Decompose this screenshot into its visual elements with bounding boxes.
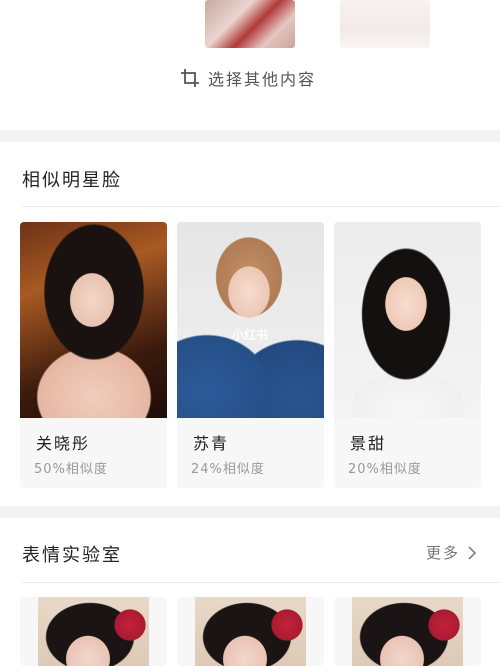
expression-photo bbox=[352, 597, 463, 666]
expression-card[interactable] bbox=[20, 597, 167, 666]
celebrity-card[interactable]: 景甜 20%相似度 bbox=[334, 222, 481, 488]
more-button[interactable]: 更多 bbox=[426, 542, 478, 563]
expression-lab-title: 表情实验室 bbox=[22, 545, 122, 566]
section-rule bbox=[22, 582, 500, 583]
section-rule bbox=[22, 206, 500, 207]
select-other-content-button[interactable]: 选择其他内容 bbox=[180, 66, 316, 90]
celebrity-name: 景甜 bbox=[350, 434, 387, 453]
celebrity-photo bbox=[20, 222, 167, 418]
select-other-label: 选择其他内容 bbox=[208, 70, 317, 89]
celebrity-card[interactable]: 关晓彤 50%相似度 bbox=[20, 222, 167, 488]
expression-photo bbox=[38, 597, 149, 666]
similarity-score: 20%相似度 bbox=[348, 462, 422, 477]
celebrity-photo bbox=[334, 222, 481, 418]
section-divider bbox=[0, 130, 500, 142]
similarity-score: 50%相似度 bbox=[34, 462, 108, 477]
selected-image-thumbnail[interactable] bbox=[205, 0, 295, 48]
celebrity-name: 苏青 bbox=[193, 434, 230, 453]
celebrity-card[interactable]: 苏青 24%相似度 bbox=[177, 222, 324, 488]
chevron-right-icon bbox=[466, 545, 478, 561]
expression-photo bbox=[195, 597, 306, 666]
watermark: 小红书 bbox=[232, 328, 269, 342]
alternate-image-thumbnail[interactable] bbox=[340, 0, 430, 48]
celebrity-name: 关晓彤 bbox=[36, 434, 91, 453]
expression-card[interactable] bbox=[334, 597, 481, 666]
expression-card[interactable] bbox=[177, 597, 324, 666]
similarity-score: 24%相似度 bbox=[191, 462, 265, 477]
celebrity-photo bbox=[177, 222, 324, 418]
similar-faces-title: 相似明星脸 bbox=[22, 170, 122, 191]
crop-icon bbox=[180, 68, 200, 88]
more-label: 更多 bbox=[425, 544, 460, 562]
top-area: 选择其他内容 bbox=[0, 0, 500, 130]
section-divider bbox=[0, 506, 500, 518]
